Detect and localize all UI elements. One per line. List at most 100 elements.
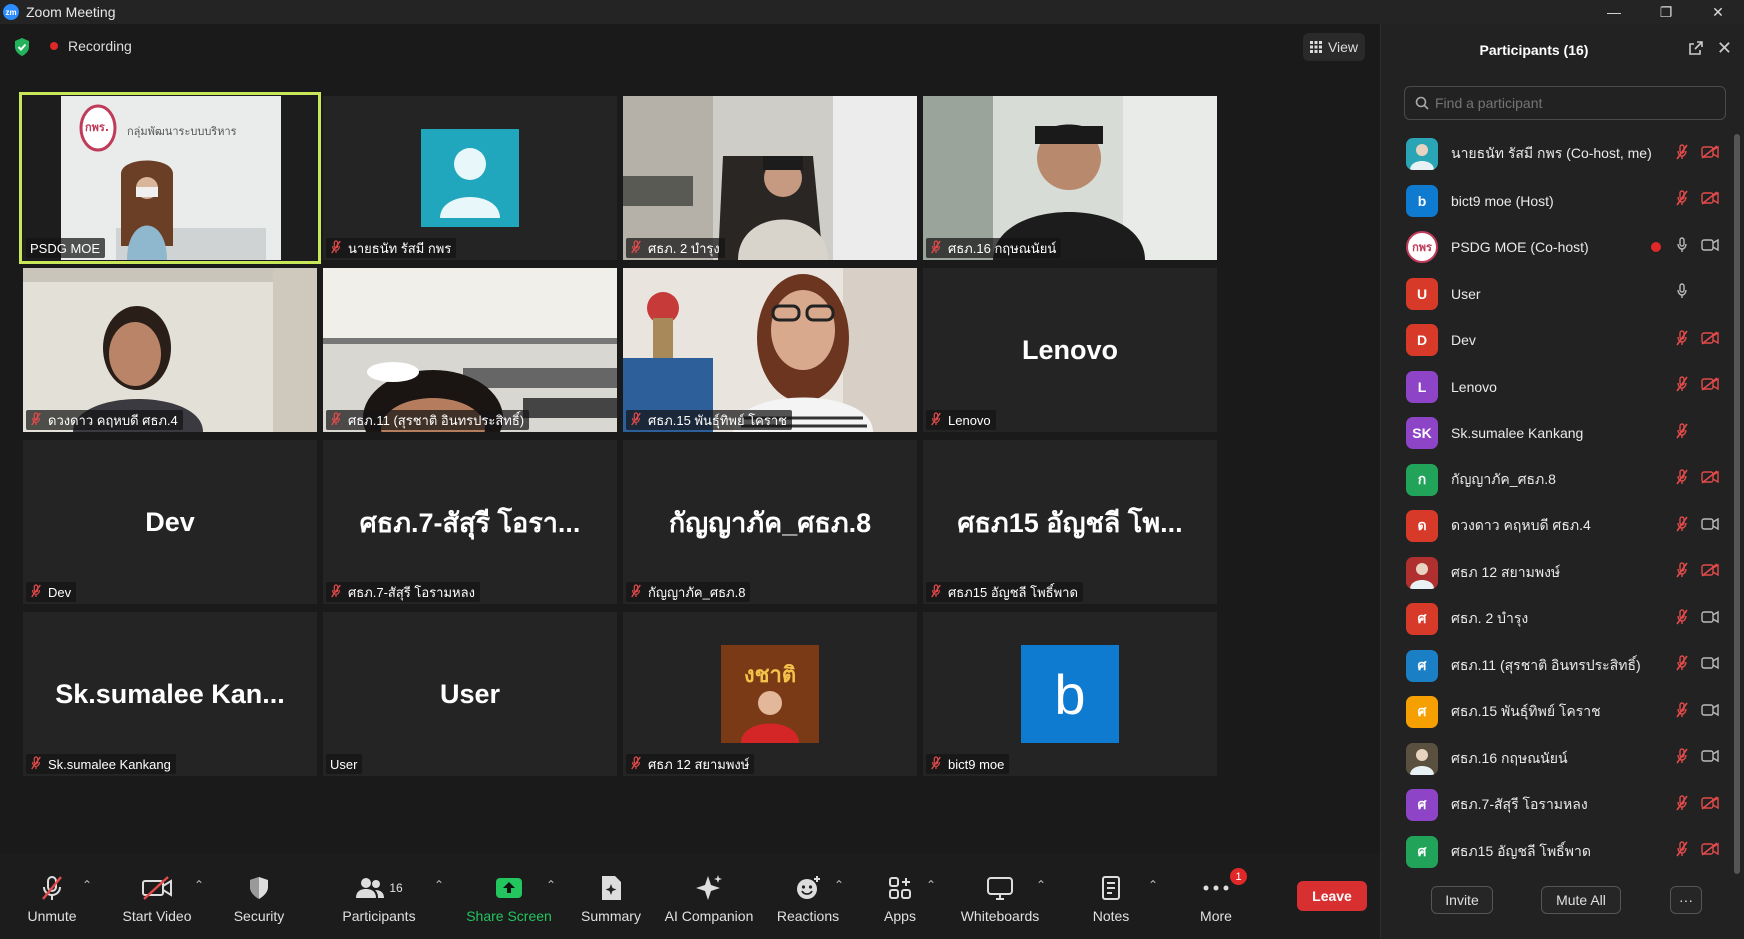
participant-mic-status[interactable]	[1675, 283, 1689, 304]
reactions-options-caret[interactable]: ⌃	[834, 878, 844, 892]
participant-tile[interactable]: งชาติ ศธภ 12 สยามพงษ์	[623, 612, 917, 776]
tile-name-text: ศธภ15 อัญชลี โพธิ์พาด	[948, 584, 1078, 600]
share-options-caret[interactable]: ⌃	[546, 878, 556, 892]
participant-name: ศธภ15 อัญชลี โพธิ์พาด	[1451, 842, 1591, 859]
participant-mic-status[interactable]	[1675, 655, 1689, 676]
popout-icon[interactable]	[1688, 40, 1704, 56]
participant-camera-status[interactable]	[1701, 144, 1719, 164]
participant-row[interactable]: ศธภ.16 กฤษณนัยน์	[1381, 736, 1731, 782]
participant-camera-status[interactable]	[1701, 377, 1719, 396]
participant-camera-status[interactable]	[1701, 330, 1719, 350]
participant-tile[interactable]: กัญญาภัค_ศธภ.8 กัญญาภัค_ศธภ.8	[623, 440, 917, 604]
participant-mic-status[interactable]	[1675, 469, 1689, 490]
participant-list-scrollbar[interactable]	[1734, 134, 1740, 874]
participant-row[interactable]: ด ดวงดาว คฤหบดี ศธภ.4	[1381, 503, 1731, 549]
participant-tile[interactable]: ศธภ.7-สัสุรี โอรา... ศธภ.7-สัสุรี โอรามห…	[323, 440, 617, 604]
participant-mic-status[interactable]	[1675, 422, 1689, 444]
participant-row[interactable]: ศ ศธภ.15 พันธุ์ทิพย์ โคราช	[1381, 689, 1731, 735]
participant-tile[interactable]: ศธภ15 อัญชลี โพ... ศธภ15 อัญชลี โพธิ์พาด	[923, 440, 1217, 604]
participant-camera-status[interactable]	[1701, 656, 1719, 675]
participant-row[interactable]: ศธภ 12 สยามพงษ์	[1381, 550, 1731, 596]
participant-avatar: กพร	[1406, 231, 1438, 263]
participant-row[interactable]: L Lenovo	[1381, 364, 1731, 410]
participant-camera-status[interactable]	[1701, 191, 1719, 210]
notes-button[interactable]: Notes	[1090, 872, 1132, 932]
mute-all-button[interactable]: Mute All	[1541, 886, 1621, 914]
share-screen-button[interactable]: Share Screen	[466, 872, 552, 932]
security-button[interactable]: Security	[233, 872, 285, 932]
participant-row[interactable]: ก กัญญาภัค_ศธภ.8	[1381, 457, 1731, 503]
participant-row[interactable]: นายธนัท รัสมี กพร (Co-host, me)	[1381, 131, 1731, 177]
close-window-button[interactable]: ✕	[1692, 0, 1744, 24]
participant-search[interactable]	[1404, 86, 1726, 120]
ai-companion-button[interactable]: AI Companion	[665, 872, 753, 932]
participants-button[interactable]: 16 Participants	[340, 872, 418, 932]
participant-mic-status[interactable]	[1675, 190, 1689, 211]
participant-tile[interactable]: กลุ่มพัฒนาระบบบริหาร กพร. PSDG MOE	[19, 92, 321, 264]
participant-row[interactable]: กพร PSDG MOE (Co-host)	[1381, 224, 1731, 270]
participant-mic-status[interactable]	[1675, 329, 1689, 351]
close-panel-icon[interactable]: ✕	[1717, 38, 1732, 59]
participant-camera-status[interactable]	[1701, 470, 1719, 489]
participant-camera-status[interactable]	[1701, 610, 1719, 629]
apps-options-caret[interactable]: ⌃	[926, 878, 936, 892]
participant-tile[interactable]: Lenovo Lenovo	[923, 268, 1217, 432]
invite-button[interactable]: Invite	[1431, 886, 1493, 914]
video-options-caret[interactable]: ⌃	[194, 878, 204, 892]
apps-button[interactable]: Apps	[878, 872, 922, 932]
participants-options-caret[interactable]: ⌃	[434, 878, 444, 892]
participant-camera-status[interactable]	[1701, 795, 1719, 815]
participant-mic-status[interactable]	[1675, 841, 1689, 862]
participant-row[interactable]: ศ ศธภ.11 (สุรชาติ อินทรประสิทธิ์)	[1381, 643, 1731, 689]
participant-mic-status[interactable]	[1675, 376, 1689, 397]
participant-row[interactable]: ศ ศธภ.7-สัสุรี โอรามหลง	[1381, 782, 1731, 828]
panel-more-button[interactable]: ···	[1670, 886, 1702, 914]
participant-mic-status[interactable]	[1675, 608, 1689, 630]
search-input[interactable]	[1435, 95, 1715, 111]
participant-row[interactable]: b bict9 moe (Host)	[1381, 178, 1731, 224]
participant-row[interactable]: U User	[1381, 271, 1731, 317]
participant-tile[interactable]: ศธภ.16 กฤษณนัยน์	[923, 96, 1217, 260]
view-button[interactable]: View	[1303, 33, 1365, 61]
participant-tile[interactable]: ศธภ.15 พันธุ์ทิพย์ โคราช	[623, 268, 917, 432]
notes-label: Notes	[1092, 908, 1130, 924]
whiteboards-button[interactable]: Whiteboards	[958, 872, 1042, 932]
participant-mic-status[interactable]	[1675, 236, 1689, 258]
participant-tile[interactable]: ศธภ.11 (สุรชาติ อินทรประสิทธิ์)	[323, 268, 617, 432]
participant-mic-status[interactable]	[1675, 794, 1689, 816]
participant-mic-status[interactable]	[1675, 143, 1689, 165]
participant-mic-status[interactable]	[1675, 701, 1689, 723]
participant-tile[interactable]: ศธภ. 2 บำรุง	[623, 96, 917, 260]
participant-mic-status[interactable]	[1675, 748, 1689, 769]
participant-camera-status[interactable]	[1701, 749, 1719, 768]
restore-button[interactable]: ❐	[1640, 0, 1692, 24]
participant-row[interactable]: ศ ศธภ. 2 บำรุง	[1381, 596, 1731, 642]
summary-button[interactable]: Summary	[580, 872, 642, 932]
minimize-button[interactable]: —	[1588, 0, 1640, 24]
participant-mic-status[interactable]	[1675, 562, 1689, 583]
encryption-shield-icon[interactable]	[13, 37, 31, 57]
participant-camera-status[interactable]	[1701, 563, 1719, 582]
recording-indicator[interactable]: Recording	[50, 38, 132, 54]
participant-row[interactable]: ศ ศธภ15 อัญชลี โพธิ์พาด	[1381, 829, 1731, 875]
leave-button[interactable]: Leave	[1297, 881, 1367, 911]
participant-tile[interactable]: User User	[323, 612, 617, 776]
participant-tile[interactable]: b bict9 moe	[923, 612, 1217, 776]
participant-camera-status[interactable]	[1701, 842, 1719, 861]
notes-options-caret[interactable]: ⌃	[1148, 878, 1158, 892]
participant-tile[interactable]: Sk.sumalee Kan... Sk.sumalee Kankang	[23, 612, 317, 776]
audio-options-caret[interactable]: ⌃	[82, 878, 92, 892]
participant-tile[interactable]: ดวงดาว คฤหบดี ศธภ.4	[23, 268, 317, 432]
participant-tile[interactable]: Dev Dev	[23, 440, 317, 604]
participant-tile[interactable]: นายธนัท รัสมี กพร	[323, 96, 617, 260]
unmute-button[interactable]: Unmute	[24, 872, 80, 932]
participant-camera-status[interactable]	[1701, 238, 1719, 257]
participant-mic-status[interactable]	[1675, 515, 1689, 537]
whiteboards-options-caret[interactable]: ⌃	[1036, 878, 1046, 892]
start-video-button[interactable]: Start Video	[120, 872, 194, 932]
participant-camera-status[interactable]	[1701, 517, 1719, 536]
participant-row[interactable]: D Dev	[1381, 317, 1731, 363]
participant-camera-status[interactable]	[1701, 703, 1719, 722]
participant-row[interactable]: SK Sk.sumalee Kankang	[1381, 410, 1731, 456]
reactions-button[interactable]: Reactions	[777, 872, 839, 932]
